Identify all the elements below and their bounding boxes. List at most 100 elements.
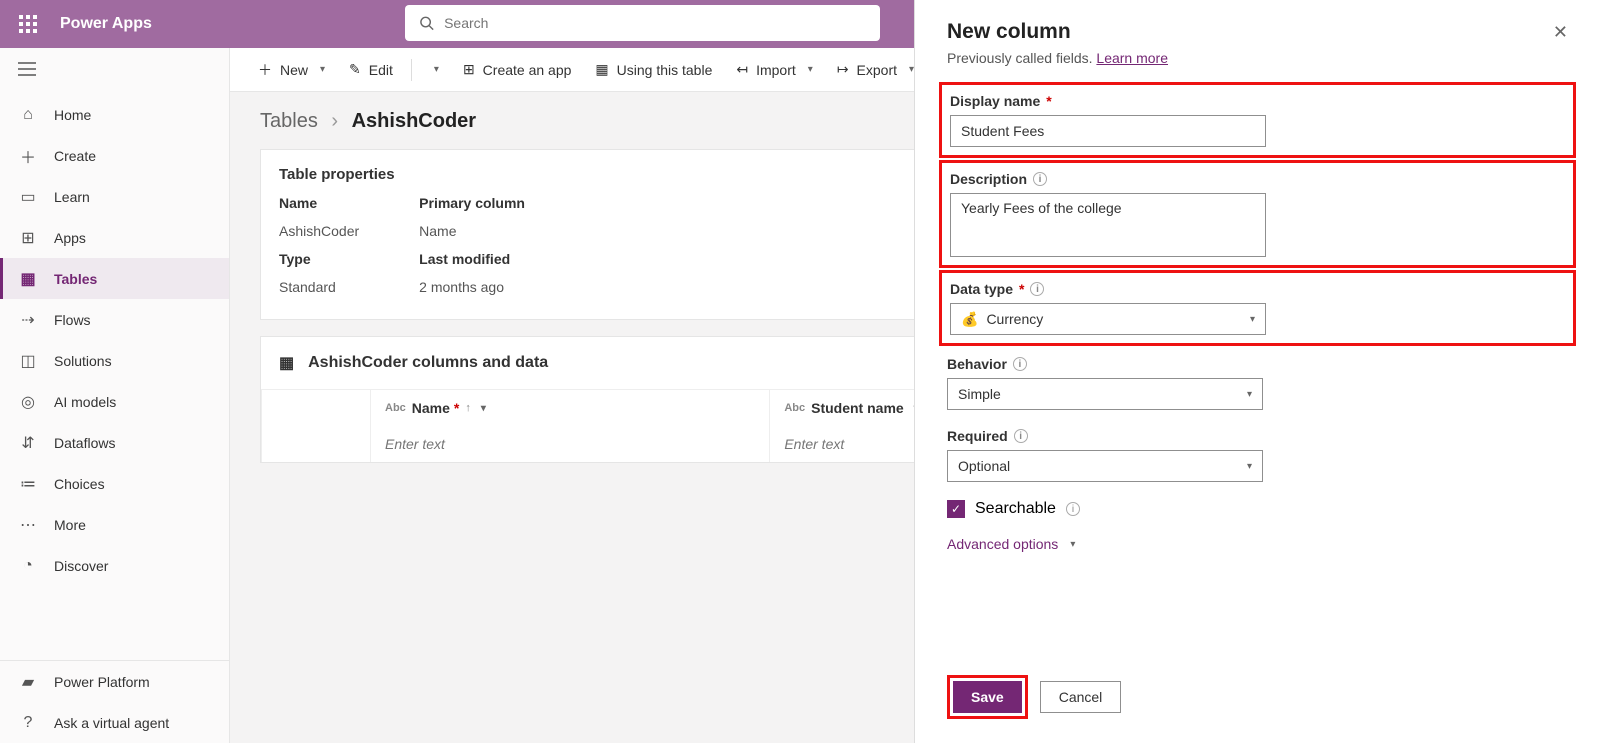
edit-icon: ✎	[349, 61, 361, 78]
searchable-row: ✓ Searchable i	[947, 500, 1568, 518]
apps-icon: ⊞	[18, 228, 38, 248]
description-field[interactable]	[950, 193, 1266, 257]
app-launcher-icon[interactable]	[10, 6, 46, 42]
behavior-group: Behavior i Simple ▾	[947, 356, 1568, 410]
app-title: Power Apps	[60, 15, 152, 33]
info-icon[interactable]: i	[1066, 502, 1080, 516]
sidebar-item-label: Flows	[54, 312, 91, 328]
learn-more-link[interactable]: Learn more	[1096, 50, 1168, 66]
divider	[411, 59, 412, 81]
sidebar-item-dataflows[interactable]: ⇵Dataflows	[0, 422, 229, 463]
prop-primary-value: Name	[419, 223, 525, 239]
flow-icon: ⇢	[18, 310, 38, 330]
chevron-down-icon: ▾	[1250, 314, 1255, 325]
behavior-select[interactable]: Simple ▾	[947, 378, 1263, 410]
sidebar-item-apps[interactable]: ⊞ Apps	[0, 217, 229, 258]
edit-button[interactable]: ✎Edit	[339, 55, 403, 84]
sidebar-item-flows[interactable]: ⇢ Flows	[0, 299, 229, 340]
help-icon: ?	[18, 714, 38, 732]
chevron-down-icon: ▾	[1070, 539, 1075, 550]
prop-name-value: AshishCoder	[279, 223, 359, 239]
sidebar-item-label: Solutions	[54, 353, 112, 369]
table-icon: ▦	[18, 269, 38, 289]
text-icon: Abc	[784, 402, 805, 414]
info-icon[interactable]: i	[1014, 429, 1028, 443]
new-button[interactable]: ＋New▾	[248, 54, 335, 86]
required-select[interactable]: Optional ▾	[947, 450, 1263, 482]
choices-icon: ≔	[18, 474, 38, 494]
sidebar-item-tables[interactable]: ▦ Tables	[0, 258, 229, 299]
column-header-name[interactable]: Abc Name* ↑ ▾	[371, 390, 770, 426]
searchable-checkbox[interactable]: ✓	[947, 500, 965, 518]
required-group: Requiredi Optional ▾	[947, 428, 1568, 482]
plus-icon: ＋	[258, 60, 272, 80]
sidebar-item-home[interactable]: ⌂Home	[0, 94, 229, 135]
prop-type-value: Standard	[279, 279, 359, 295]
searchable-label: Searchable	[975, 500, 1056, 518]
sidebar-item-create[interactable]: ＋ Create	[0, 135, 229, 176]
behavior-label: Behavior	[947, 356, 1007, 372]
data-type-label: Data type	[950, 281, 1013, 297]
breadcrumb-root[interactable]: Tables	[260, 110, 318, 132]
import-button[interactable]: ↤Import▾	[726, 55, 822, 84]
sidebar-item-label: Apps	[54, 230, 86, 246]
sidebar-item-powerplatform[interactable]: ▰Power Platform	[0, 661, 229, 702]
create-app-button[interactable]: ⊞Create an app	[453, 55, 581, 84]
cancel-button[interactable]: Cancel	[1040, 681, 1122, 713]
home-icon: ⌂	[18, 106, 38, 124]
description-label: Description	[950, 171, 1027, 187]
search-input[interactable]	[444, 15, 866, 31]
table-icon: ▦	[595, 61, 608, 78]
solution-icon: ◫	[18, 351, 38, 371]
info-icon[interactable]: i	[1030, 282, 1044, 296]
sidebar-toggle[interactable]	[0, 48, 229, 94]
display-name-label: Display name	[950, 93, 1040, 109]
chevron-down-icon: ▾	[481, 403, 486, 414]
search-container	[405, 5, 880, 41]
breadcrumb-separator: ›	[331, 110, 338, 132]
sidebar-item-ask-agent[interactable]: ? Ask a virtual agent	[0, 702, 229, 743]
save-button[interactable]: Save	[953, 681, 1022, 713]
description-group: Description i	[950, 171, 1565, 257]
close-icon[interactable]: ✕	[1553, 22, 1568, 43]
import-icon: ↤	[736, 61, 748, 78]
sidebar-item-label: More	[54, 517, 86, 533]
sidebar-item-solutions[interactable]: ◫ Solutions	[0, 340, 229, 381]
sidebar-item-label: Create	[54, 148, 96, 164]
sidebar-item-learn[interactable]: ▭Learn	[0, 176, 229, 217]
table-icon: ▦	[279, 353, 294, 373]
edit-split-button[interactable]: ▾	[420, 58, 449, 81]
sidebar-item-label: Ask a virtual agent	[54, 715, 169, 731]
sidebar-item-label: Discover	[54, 558, 108, 574]
display-name-group: Display name*	[950, 93, 1565, 147]
panel-title: New column	[947, 20, 1071, 44]
currency-icon: 💰	[961, 311, 978, 328]
data-type-select[interactable]: 💰Currency ▾	[950, 303, 1266, 335]
using-table-button[interactable]: ▦Using this table	[585, 55, 722, 84]
advanced-options-toggle[interactable]: Advanced options ▾	[947, 536, 1568, 552]
info-icon[interactable]: i	[1033, 172, 1047, 186]
ai-icon: ◎	[18, 392, 38, 412]
chevron-down-icon: ▾	[1247, 389, 1252, 400]
panel-subtitle: Previously called fields.	[947, 50, 1093, 66]
prop-modified-value: 2 months ago	[419, 279, 525, 295]
powerplatform-icon: ▰	[18, 672, 38, 692]
sidebar-item-aimodels[interactable]: ◎ AI models	[0, 381, 229, 422]
export-icon: ↦	[837, 61, 849, 78]
sidebar-item-label: AI models	[54, 394, 116, 410]
display-name-field[interactable]	[950, 115, 1266, 147]
plus-icon: ＋	[18, 144, 38, 168]
sidebar-item-more[interactable]: ⋯ More	[0, 504, 229, 545]
search-icon	[419, 15, 434, 31]
sidebar: ⌂Home ＋ Create ▭Learn ⊞ Apps ▦ Tables ⇢ Flow…	[0, 48, 230, 743]
sidebar-item-discover[interactable]: ◔Discover	[0, 545, 229, 586]
sidebar-item-label: Dataflows	[54, 435, 115, 451]
sidebar-item-choices[interactable]: ≔Choices	[0, 463, 229, 504]
info-icon[interactable]: i	[1013, 357, 1027, 371]
more-icon: ⋯	[18, 515, 38, 535]
chevron-down-icon: ▾	[320, 64, 325, 75]
sidebar-item-label: Tables	[54, 271, 97, 287]
cell-input-name[interactable]	[385, 436, 755, 452]
prop-primary-label: Primary column	[419, 195, 525, 211]
export-button[interactable]: ↦Export▾	[827, 55, 924, 84]
